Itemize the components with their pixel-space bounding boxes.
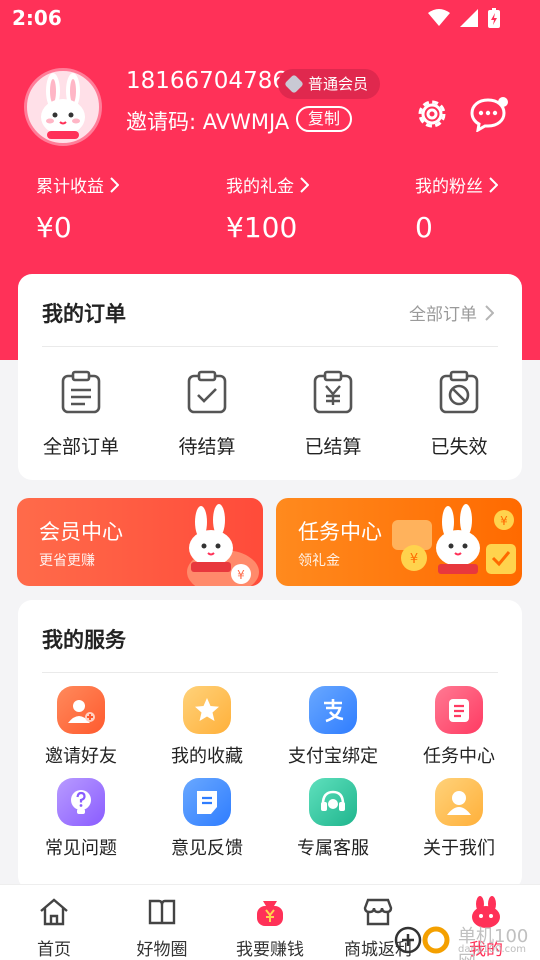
service-task-center[interactable]: 任务中心 bbox=[396, 686, 522, 768]
services-card: 我的服务 邀请好友 我的收藏 支付宝绑定 任务中心 常见问题 意见反馈 专属客服… bbox=[18, 600, 522, 890]
order-item-label: 已失效 bbox=[430, 436, 488, 458]
services-title: 我的服务 bbox=[42, 628, 126, 652]
chevron-right-icon bbox=[489, 176, 498, 193]
tab-earn-money[interactable]: 我要赚钱 bbox=[216, 885, 324, 960]
banner-subtitle: 领礼金 bbox=[298, 553, 340, 569]
svg-text:¥: ¥ bbox=[500, 514, 508, 528]
signal-icon bbox=[460, 9, 478, 27]
stat-fans[interactable]: 我的粉丝 0 bbox=[415, 172, 498, 244]
member-badge: 普通会员 bbox=[278, 69, 381, 99]
services-grid: 邀请好友 我的收藏 支付宝绑定 任务中心 常见问题 意见反馈 专属客服 关于我们 bbox=[18, 686, 522, 860]
task-list-icon bbox=[435, 686, 483, 734]
order-item-settled[interactable]: 已结算 bbox=[270, 370, 396, 459]
tab-label: 好物圈 bbox=[136, 940, 188, 960]
service-alipay-binding[interactable]: 支付宝绑定 bbox=[270, 686, 396, 768]
orders-card: 我的订单 全部订单 全部订单 待结算 已结算 已失效 bbox=[18, 274, 522, 480]
invite-user-icon bbox=[57, 686, 105, 734]
order-item-pending[interactable]: 待结算 bbox=[144, 370, 270, 459]
stat-earnings[interactable]: 累计收益 ¥0 bbox=[36, 172, 119, 244]
bunny-moneybag-icon: ¥ bbox=[187, 504, 259, 586]
service-label: 常见问题 bbox=[45, 838, 117, 859]
stat-label: 我的粉丝 bbox=[415, 177, 483, 197]
tab-home[interactable]: 首页 bbox=[0, 885, 108, 960]
alipay-icon bbox=[309, 686, 357, 734]
stat-value: 0 bbox=[415, 211, 433, 244]
order-item-all[interactable]: 全部订单 bbox=[18, 370, 144, 459]
orders-title: 我的订单 bbox=[42, 302, 126, 326]
gem-icon bbox=[284, 74, 304, 94]
tab-goods-circle[interactable]: 好物圈 bbox=[108, 885, 216, 960]
divider bbox=[42, 346, 498, 347]
service-label: 我的收藏 bbox=[171, 746, 243, 767]
headset-icon bbox=[309, 778, 357, 826]
stat-label: 我的礼金 bbox=[226, 177, 294, 197]
service-about-us[interactable]: 关于我们 bbox=[396, 778, 522, 860]
member-center-banner[interactable]: ¥ 会员中心 更省更赚 bbox=[17, 498, 263, 586]
service-invite-friends[interactable]: 邀请好友 bbox=[18, 686, 144, 768]
watermark-url: danji100.com bbox=[458, 944, 526, 955]
chevron-right-icon bbox=[300, 176, 309, 193]
star-icon bbox=[183, 686, 231, 734]
feedback-note-icon bbox=[183, 778, 231, 826]
service-customer-support[interactable]: 专属客服 bbox=[270, 778, 396, 860]
invite-code: 邀请码: AVWMJA bbox=[126, 110, 290, 134]
all-orders-label: 全部订单 bbox=[409, 305, 477, 325]
status-time: 2:06 bbox=[12, 6, 62, 30]
money-bag-icon bbox=[257, 901, 283, 926]
order-item-label: 已结算 bbox=[304, 436, 362, 458]
member-badge-label: 普通会员 bbox=[308, 75, 369, 93]
order-status-row: 全部订单 待结算 已结算 已失效 bbox=[18, 370, 522, 459]
tab-label: 我要赚钱 bbox=[236, 940, 304, 960]
svg-text:¥: ¥ bbox=[410, 552, 418, 567]
home-icon bbox=[40, 898, 68, 926]
bunny-avatar-icon bbox=[41, 73, 85, 139]
banner-title: 任务中心 bbox=[298, 520, 382, 544]
service-faq[interactable]: 常见问题 bbox=[18, 778, 144, 860]
banner-title: 会员中心 bbox=[39, 520, 123, 544]
tab-label: 首页 bbox=[37, 940, 71, 960]
clipboard-yen-icon bbox=[313, 370, 353, 414]
stat-value: ¥0 bbox=[36, 211, 72, 244]
order-item-label: 全部订单 bbox=[42, 436, 119, 458]
clipboard-check-icon bbox=[187, 370, 227, 414]
bunny-coins-icon: ¥ ¥ bbox=[392, 504, 516, 574]
svg-text:¥: ¥ bbox=[237, 568, 245, 582]
banner-subtitle: 更省更赚 bbox=[39, 553, 95, 569]
copy-button[interactable]: 复制 bbox=[296, 106, 353, 132]
service-feedback[interactable]: 意见反馈 bbox=[144, 778, 270, 860]
all-orders-link[interactable]: 全部订单 bbox=[409, 300, 494, 325]
order-item-label: 待结算 bbox=[178, 436, 236, 458]
person-icon bbox=[435, 778, 483, 826]
avatar[interactable] bbox=[24, 68, 102, 146]
chevron-right-icon bbox=[485, 304, 494, 321]
divider bbox=[42, 672, 498, 673]
settings-gear-icon[interactable] bbox=[414, 96, 450, 132]
service-favorites[interactable]: 我的收藏 bbox=[144, 686, 270, 768]
store-icon bbox=[363, 898, 393, 926]
stat-gift-money[interactable]: 我的礼金 ¥100 bbox=[226, 172, 309, 244]
user-phone: 18166704786 bbox=[126, 68, 287, 94]
stat-label: 累计收益 bbox=[36, 177, 104, 197]
service-label: 关于我们 bbox=[423, 838, 495, 859]
service-label: 专属客服 bbox=[297, 838, 369, 859]
stat-value: ¥100 bbox=[226, 211, 298, 244]
clipboard-ban-icon bbox=[439, 370, 479, 414]
service-label: 邀请好友 bbox=[45, 746, 117, 767]
service-label: 意见反馈 bbox=[171, 838, 243, 859]
task-center-banner[interactable]: ¥ ¥ 任务中心 领礼金 bbox=[276, 498, 522, 586]
service-label: 支付宝绑定 bbox=[288, 746, 378, 767]
watermark-logo-icon bbox=[394, 926, 450, 954]
wifi-icon bbox=[428, 9, 450, 26]
status-icons bbox=[428, 8, 500, 28]
battery-icon bbox=[488, 8, 500, 28]
order-item-expired[interactable]: 已失效 bbox=[396, 370, 522, 459]
message-icon[interactable] bbox=[470, 96, 508, 132]
service-label: 任务中心 bbox=[423, 746, 495, 767]
question-bulb-icon bbox=[57, 778, 105, 826]
status-bar: 2:06 bbox=[0, 0, 540, 36]
watermark: 单机100网 danji100.com bbox=[392, 916, 540, 960]
chevron-right-icon bbox=[110, 176, 119, 193]
book-icon bbox=[148, 899, 176, 925]
clipboard-list-icon bbox=[61, 370, 101, 414]
